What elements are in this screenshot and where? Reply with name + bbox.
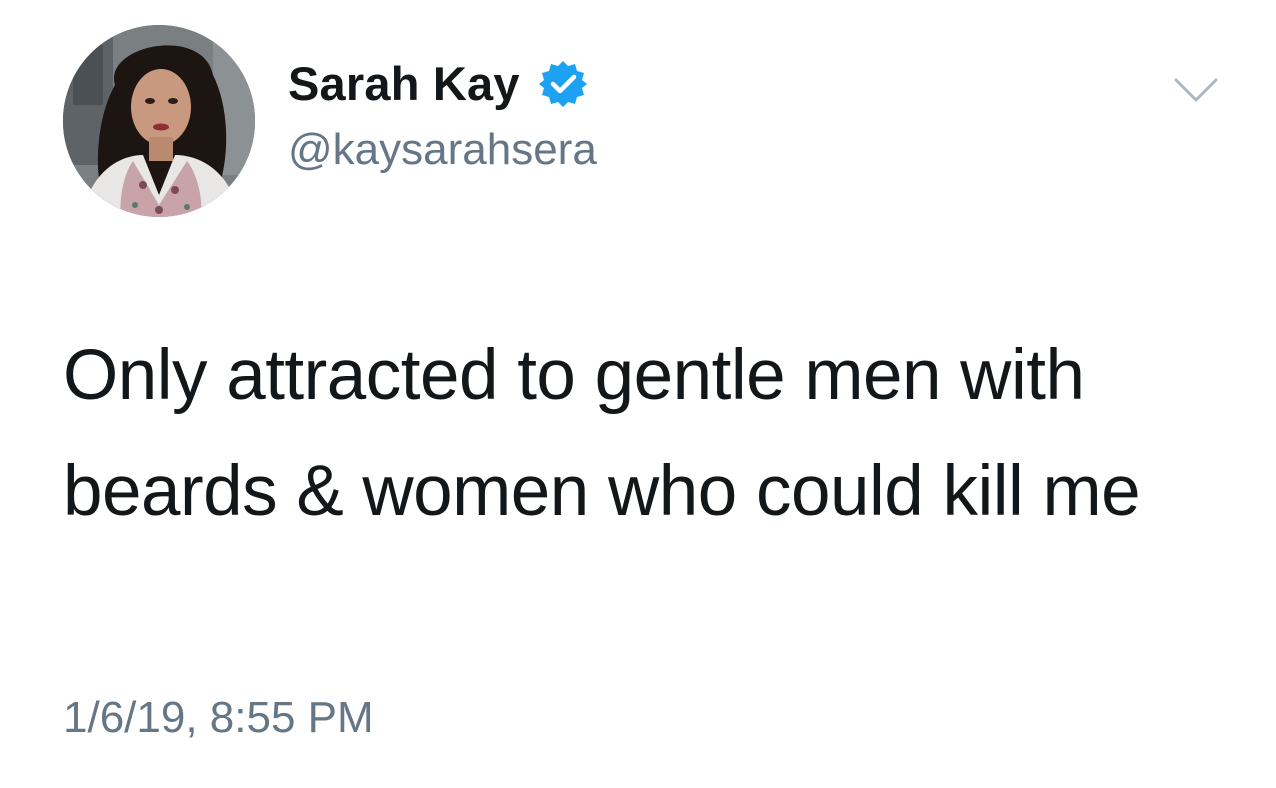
author-display-name[interactable]: Sarah Kay: [288, 56, 520, 112]
tweet-timestamp[interactable]: 1/6/19, 8:55 PM: [63, 690, 374, 746]
tweet-text: Only attracted to gentle men with beards…: [63, 336, 1141, 531]
author-name-row[interactable]: Sarah Kay: [288, 56, 588, 112]
verified-badge-icon: [538, 59, 588, 109]
avatar[interactable]: [63, 25, 255, 217]
tweet-card: Sarah Kay @kaysarahsera Only attracted t…: [0, 0, 1276, 788]
profile-photo-icon: [63, 25, 255, 217]
chevron-down-icon[interactable]: [1172, 74, 1220, 106]
author-handle[interactable]: @kaysarahsera: [288, 122, 597, 178]
